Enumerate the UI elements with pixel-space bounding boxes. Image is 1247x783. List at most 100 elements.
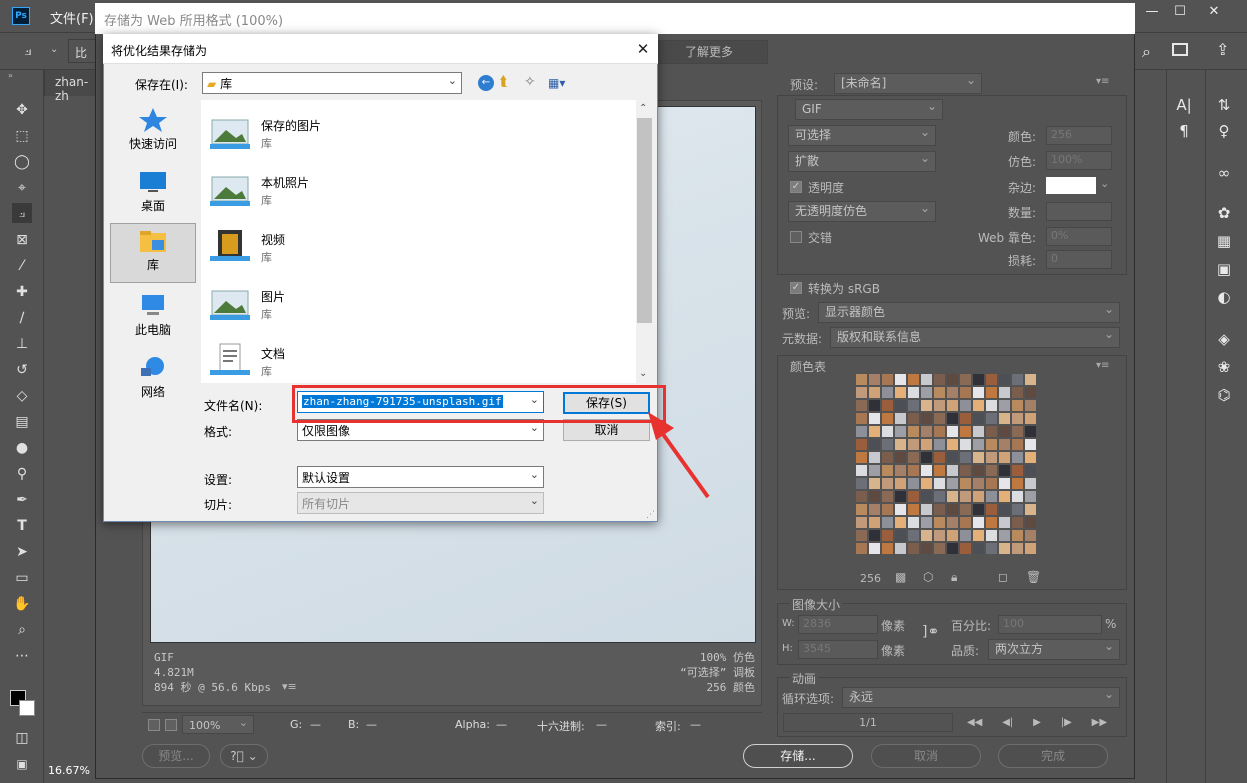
learn-more-button[interactable]: 了解更多 <box>650 40 768 64</box>
color-swatch[interactable] <box>1025 491 1036 502</box>
view-menu-icon[interactable]: ▦▾ <box>548 76 565 90</box>
color-swatch[interactable] <box>973 504 984 515</box>
color-swatch[interactable] <box>999 491 1010 502</box>
color-swatch[interactable] <box>1012 413 1023 424</box>
marquee-tool-icon[interactable]: ⬚ <box>12 126 32 146</box>
color-swatch[interactable] <box>1012 478 1023 489</box>
color-swatch[interactable] <box>960 543 971 554</box>
color-swatch[interactable] <box>895 426 906 437</box>
color-swatch[interactable] <box>1025 478 1036 489</box>
color-swatch[interactable] <box>999 387 1010 398</box>
quality-select[interactable]: 两次立方 <box>988 639 1120 660</box>
height-input[interactable]: 3545 <box>798 640 878 659</box>
color-swatch[interactable] <box>869 374 880 385</box>
paths-icon[interactable]: ⌬ <box>1213 384 1235 406</box>
color-swatch[interactable] <box>869 543 880 554</box>
color-swatch[interactable] <box>986 478 997 489</box>
color-swatch[interactable] <box>895 517 906 528</box>
color-swatch[interactable] <box>921 439 932 450</box>
color-swatch[interactable] <box>973 426 984 437</box>
color-swatch[interactable] <box>1025 504 1036 515</box>
color-swatch[interactable] <box>1025 374 1036 385</box>
color-swatch[interactable] <box>973 478 984 489</box>
list-item[interactable]: 文档 库 <box>208 340 628 382</box>
color-icon[interactable]: ✿ <box>1213 202 1235 224</box>
preview-button[interactable]: 预览... <box>142 744 210 768</box>
learn-icon[interactable]: ♀ <box>1213 120 1235 142</box>
color-swatch[interactable] <box>908 413 919 424</box>
move-tool-icon[interactable]: ✥ <box>12 100 32 120</box>
color-swatch[interactable] <box>869 439 880 450</box>
color-swatch[interactable] <box>1012 465 1023 476</box>
amount-input[interactable] <box>1046 202 1112 221</box>
zoom-tool-icon[interactable]: ⌕ <box>12 620 32 640</box>
brush-tool-icon[interactable]: ∕ <box>12 308 32 328</box>
color-swatch[interactable] <box>973 452 984 463</box>
background-color-swatch[interactable] <box>19 700 35 716</box>
color-swatch[interactable] <box>986 491 997 502</box>
color-swatch[interactable] <box>856 400 867 411</box>
color-swatch[interactable] <box>934 478 945 489</box>
gradient-tool-icon[interactable]: ▤ <box>12 412 32 432</box>
color-swatch[interactable] <box>1025 543 1036 554</box>
color-swatch[interactable] <box>1012 530 1023 541</box>
zoom-out-icon[interactable] <box>148 719 160 731</box>
healing-brush-tool-icon[interactable]: ✚ <box>12 282 32 302</box>
more-tools-icon[interactable]: ⋯ <box>12 646 32 666</box>
color-swatch[interactable] <box>908 504 919 515</box>
color-swatch[interactable] <box>1012 491 1023 502</box>
dialog-close-icon[interactable]: ✕ <box>632 38 654 60</box>
ratio-dropdown[interactable]: 比 <box>68 39 98 63</box>
workspace-icon[interactable] <box>1172 43 1188 56</box>
adjust-icon[interactable]: ⇅ <box>1213 94 1235 116</box>
color-swatch[interactable] <box>999 413 1010 424</box>
color-swatch[interactable] <box>856 374 867 385</box>
color-table-menu-icon[interactable]: ▾≡ <box>1096 360 1109 371</box>
color-swatch[interactable] <box>973 439 984 450</box>
color-swatch[interactable] <box>921 504 932 515</box>
menu-icon[interactable]: ▾≡ <box>282 680 297 693</box>
color-swatch[interactable] <box>856 439 867 450</box>
color-swatch[interactable] <box>908 517 919 528</box>
color-swatch[interactable] <box>973 413 984 424</box>
color-swatch[interactable] <box>856 426 867 437</box>
color-swatch[interactable] <box>908 400 919 411</box>
creative-cloud-icon[interactable]: ∞ <box>1213 162 1235 184</box>
color-swatch[interactable] <box>934 374 945 385</box>
color-swatch[interactable] <box>1025 387 1036 398</box>
lossy-input[interactable]: 0 <box>1046 250 1112 269</box>
new-color-icon[interactable]: ◻ <box>998 570 1008 584</box>
color-swatch[interactable] <box>947 491 958 502</box>
color-swatch[interactable] <box>1012 517 1023 528</box>
color-swatch[interactable] <box>908 426 919 437</box>
color-swatch[interactable] <box>999 426 1010 437</box>
hand-tool-icon[interactable]: ✋ <box>12 594 32 614</box>
zoom-select[interactable]: 100% <box>182 715 254 734</box>
color-swatch[interactable] <box>999 517 1010 528</box>
menu-file[interactable]: 文件(F) <box>50 8 94 27</box>
color-swatch[interactable] <box>882 413 893 424</box>
color-swatch[interactable] <box>960 530 971 541</box>
color-swatch[interactable] <box>986 374 997 385</box>
color-swatch[interactable] <box>947 504 958 515</box>
color-swatch[interactable] <box>947 387 958 398</box>
color-swatch[interactable] <box>869 530 880 541</box>
color-swatch[interactable] <box>1012 543 1023 554</box>
color-swatch[interactable] <box>986 400 997 411</box>
color-swatch[interactable] <box>934 504 945 515</box>
color-swatch[interactable] <box>999 465 1010 476</box>
color-swatch[interactable] <box>882 426 893 437</box>
color-swatch[interactable] <box>921 426 932 437</box>
color-swatch[interactable] <box>986 543 997 554</box>
libraries-icon[interactable]: ▣ <box>1213 258 1235 280</box>
color-swatch[interactable] <box>921 517 932 528</box>
screen-mode-icon[interactable]: ▣ <box>12 754 32 774</box>
place-quick-access[interactable]: 快速访问 <box>110 103 196 163</box>
metadata-select[interactable]: 版权和联系信息 <box>830 327 1120 348</box>
color-swatch[interactable] <box>960 452 971 463</box>
color-swatch[interactable] <box>947 400 958 411</box>
scroll-up-icon[interactable]: ⌃ <box>639 103 647 114</box>
color-swatch[interactable] <box>1025 426 1036 437</box>
color-swatch[interactable] <box>973 374 984 385</box>
color-swatch[interactable] <box>999 374 1010 385</box>
